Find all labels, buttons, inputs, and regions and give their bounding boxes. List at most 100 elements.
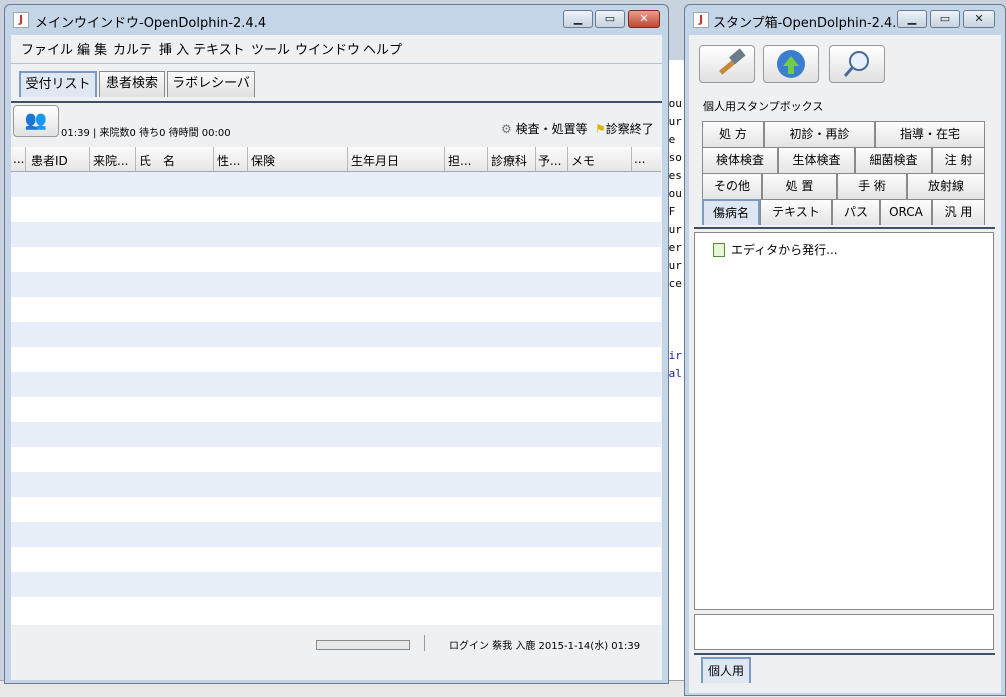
column-header[interactable]: 予... bbox=[538, 152, 561, 169]
column-header[interactable]: 生年月日 bbox=[351, 152, 399, 169]
stamp-window-title: スタンプ箱-OpenDolphin-2.4.4 bbox=[713, 16, 905, 31]
search-icon bbox=[843, 51, 869, 77]
tab-patient-search[interactable]: 患者検索 bbox=[99, 71, 165, 97]
stamp-tab-separator bbox=[694, 227, 995, 229]
tree-item-label: エディタから発行... bbox=[731, 243, 838, 257]
stamp-tab[interactable]: テキスト bbox=[760, 199, 832, 225]
stamp-close-button[interactable]: ✕ bbox=[963, 10, 995, 28]
stamp-maximize-button[interactable]: ▭ bbox=[930, 10, 960, 28]
table-row[interactable] bbox=[11, 247, 661, 272]
tab-reception[interactable]: 受付リスト bbox=[19, 71, 97, 97]
stamp-titlebar[interactable]: J スタンプ箱-OpenDolphin-2.4.4 ▁ ▭ ✕ bbox=[685, 5, 1005, 35]
column-header[interactable]: ... bbox=[13, 152, 24, 166]
menu-divider bbox=[11, 63, 662, 64]
column-header[interactable]: 保険 bbox=[251, 152, 275, 169]
table-row[interactable] bbox=[11, 447, 661, 472]
menu-item[interactable]: 挿 入 bbox=[159, 39, 189, 58]
stamp-tab[interactable]: 処 置 bbox=[762, 173, 837, 199]
reception-table: ... 患者ID 来院... 氏 名 性... 保険 生年月日 担... 診療科 予... メモ..… bbox=[11, 147, 661, 625]
menu-item[interactable]: ファイル bbox=[21, 39, 73, 58]
leaf-icon bbox=[713, 242, 725, 257]
tab-personal[interactable]: 個人用 bbox=[701, 657, 751, 683]
column-divider bbox=[347, 147, 348, 171]
menu-item[interactable]: ウインドウ bbox=[295, 39, 360, 58]
column-header[interactable]: 性... bbox=[217, 152, 240, 169]
patient-visit-button[interactable]: 👥 bbox=[13, 105, 59, 137]
table-row[interactable] bbox=[11, 522, 661, 547]
table-row[interactable] bbox=[11, 397, 661, 422]
table-row[interactable] bbox=[11, 172, 661, 197]
table-row[interactable] bbox=[11, 347, 661, 372]
stamp-window: J スタンプ箱-OpenDolphin-2.4.4 ▁ ▭ ✕ 個人用スタンプボ… bbox=[684, 4, 1006, 696]
gear-icon: ⚙ bbox=[501, 122, 512, 136]
menu-item[interactable]: 編 集 bbox=[77, 39, 107, 58]
stamp-tab[interactable]: 汎 用 bbox=[932, 199, 985, 225]
menu-item[interactable]: テキスト bbox=[193, 39, 245, 58]
stamp-tab[interactable]: 放射線 bbox=[907, 173, 985, 199]
minimize-button[interactable]: ▁ bbox=[563, 10, 593, 28]
stamp-minimize-button[interactable]: ▁ bbox=[897, 10, 927, 28]
column-divider bbox=[247, 147, 248, 171]
column-divider bbox=[535, 147, 536, 171]
tab-lab-receiver[interactable]: ラボレシーバ bbox=[167, 71, 255, 97]
people-icon: 👥 bbox=[24, 110, 48, 131]
column-header[interactable]: 担... bbox=[448, 152, 471, 169]
table-row[interactable] bbox=[11, 422, 661, 447]
column-header[interactable]: メモ bbox=[571, 152, 595, 169]
table-row[interactable] bbox=[11, 222, 661, 247]
status-divider bbox=[424, 635, 425, 651]
exam-label: 検査・処置等 bbox=[515, 122, 588, 136]
menu-item[interactable]: ツール bbox=[251, 39, 290, 58]
maximize-button[interactable]: ▭ bbox=[595, 10, 625, 28]
main-window: J メインウインドウ-OpenDolphin-2.4.4 ▁ ▭ ✕ ファイル編… bbox=[4, 4, 669, 684]
globe-upload-button[interactable] bbox=[763, 45, 819, 83]
menu-item[interactable]: カルテ bbox=[113, 39, 152, 58]
stamp-tab[interactable]: 細菌検査 bbox=[855, 147, 932, 173]
table-row[interactable] bbox=[11, 572, 661, 597]
column-header[interactable]: 診療科 bbox=[491, 152, 527, 169]
table-row[interactable] bbox=[11, 547, 661, 572]
hammer-button[interactable] bbox=[699, 45, 755, 83]
finish-label: 診察終了 bbox=[605, 122, 654, 136]
main-window-title: メインウインドウ-OpenDolphin-2.4.4 bbox=[35, 16, 267, 31]
column-header[interactable]: 患者ID bbox=[31, 152, 68, 169]
queue-status: 01:39 | 来院数0 待ち0 待時間 00:00 bbox=[61, 128, 231, 139]
table-row[interactable] bbox=[11, 272, 661, 297]
column-header[interactable]: ... bbox=[634, 152, 645, 166]
main-titlebar[interactable]: J メインウインドウ-OpenDolphin-2.4.4 ▁ ▭ ✕ bbox=[5, 5, 668, 35]
stamp-text-field[interactable] bbox=[694, 614, 994, 650]
table-row[interactable] bbox=[11, 297, 661, 322]
stamp-tab[interactable]: パス bbox=[832, 199, 880, 225]
column-header[interactable]: 来院... bbox=[93, 152, 128, 169]
stamp-tab[interactable]: ORCA bbox=[880, 199, 932, 225]
bottom-tab-separator bbox=[694, 653, 995, 655]
table-row[interactable] bbox=[11, 372, 661, 397]
tree-item[interactable]: エディタから発行... bbox=[713, 241, 838, 258]
exam-action[interactable]: ⚙ 検査・処置等 bbox=[501, 120, 588, 137]
stamp-tab[interactable]: その他 bbox=[702, 173, 762, 199]
stamp-tab[interactable]: 指導・在宅 bbox=[875, 121, 985, 147]
globe-upload-icon bbox=[777, 50, 805, 78]
menu-item[interactable]: ヘルプ bbox=[363, 39, 402, 58]
column-header[interactable]: 氏 名 bbox=[139, 152, 175, 169]
column-divider bbox=[89, 147, 90, 171]
table-row[interactable] bbox=[11, 497, 661, 522]
progress-bar bbox=[316, 640, 410, 650]
stamp-tab[interactable]: 手 術 bbox=[837, 173, 907, 199]
table-row[interactable] bbox=[11, 322, 661, 347]
table-row[interactable] bbox=[11, 472, 661, 497]
table-row[interactable] bbox=[11, 197, 661, 222]
stamp-tab[interactable]: 処 方 bbox=[702, 121, 764, 147]
stamp-tree[interactable]: エディタから発行... bbox=[694, 232, 994, 610]
search-button[interactable] bbox=[829, 45, 885, 83]
hammer-icon bbox=[719, 48, 746, 75]
stamp-tab[interactable]: 注 射 bbox=[932, 147, 985, 173]
stamp-tab[interactable]: 傷病名 bbox=[702, 199, 760, 225]
stamp-tab[interactable]: 初診・再診 bbox=[764, 121, 875, 147]
stamp-tab[interactable]: 検体検査 bbox=[702, 147, 778, 173]
finish-action[interactable]: ⚑診察終了 bbox=[595, 120, 654, 137]
stamp-tab[interactable]: 生体検査 bbox=[778, 147, 855, 173]
column-divider bbox=[631, 147, 632, 171]
table-row[interactable] bbox=[11, 597, 661, 622]
close-button[interactable]: ✕ bbox=[628, 10, 660, 28]
